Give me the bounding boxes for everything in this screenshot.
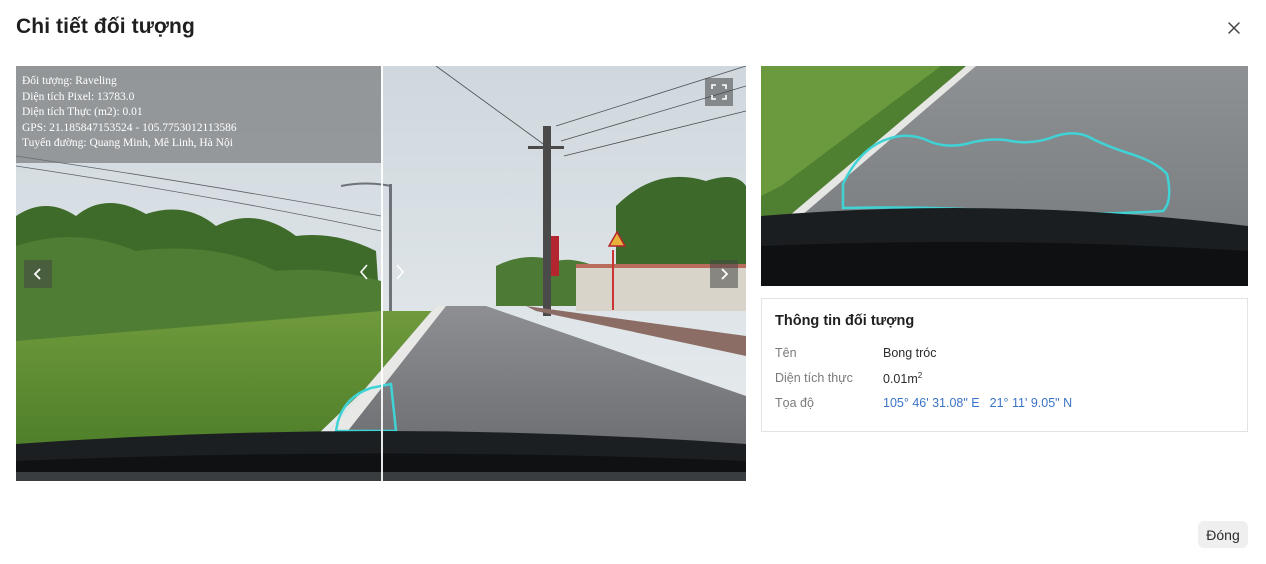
- info-label-name: Tên: [775, 346, 797, 360]
- longitude-link[interactable]: 105° 46' 31.08" E: [883, 396, 980, 410]
- compare-slider-arrows[interactable]: [358, 262, 406, 284]
- latitude-link[interactable]: 21° 11' 9.05" N: [990, 396, 1072, 410]
- defect-closeup-image: [761, 66, 1248, 286]
- overlay-route: Tuyến đường: Quang Minh, Mê Linh, Hà Nội: [22, 137, 233, 149]
- close-icon: [1228, 22, 1240, 34]
- next-image-button[interactable]: [710, 260, 738, 288]
- info-label-area: Diện tích thực: [775, 371, 853, 385]
- info-card-title: Thông tin đối tượng: [775, 313, 915, 329]
- modal-title: Chi tiết đối tượng: [16, 15, 195, 38]
- overlay-gps: GPS: 21.185847153524 - 105.7753012113586: [22, 121, 237, 134]
- chevron-left-icon: [33, 268, 41, 280]
- object-overlay-info: Đối tượng: Raveling Diện tích Pixel: 137…: [16, 66, 381, 163]
- close-button[interactable]: [1222, 16, 1246, 40]
- object-info-card: Thông tin đối tượng Tên Bong tróc Diện t…: [761, 298, 1248, 432]
- fullscreen-icon: [711, 84, 727, 100]
- fullscreen-button[interactable]: [705, 78, 733, 106]
- info-value-coordinates: 105° 46' 31.08" E 21° 11' 9.05" N: [883, 396, 1082, 410]
- image-viewer[interactable]: Đối tượng: Raveling Diện tích Pixel: 137…: [16, 66, 746, 481]
- chevron-right-icon: [396, 264, 405, 280]
- area-value: 0.01m: [883, 372, 918, 387]
- close-dialog-button[interactable]: Đóng: [1198, 521, 1248, 548]
- overlay-object-type: Đối tượng: Raveling: [22, 75, 117, 87]
- info-label-coordinates: Tọa độ: [775, 396, 814, 410]
- info-value-area: 0.01m2: [883, 371, 922, 386]
- overlay-pixel-area: Diện tích Pixel: 13783.0: [22, 90, 135, 103]
- chevron-right-icon: [721, 268, 729, 280]
- area-unit-exponent: 2: [917, 371, 923, 380]
- previous-image-button[interactable]: [24, 260, 52, 288]
- object-crop-image: [761, 66, 1248, 286]
- info-value-name: Bong tróc: [883, 346, 937, 360]
- overlay-real-area: Diện tích Thực (m2): 0.01: [22, 106, 143, 118]
- chevron-left-icon: [359, 264, 368, 280]
